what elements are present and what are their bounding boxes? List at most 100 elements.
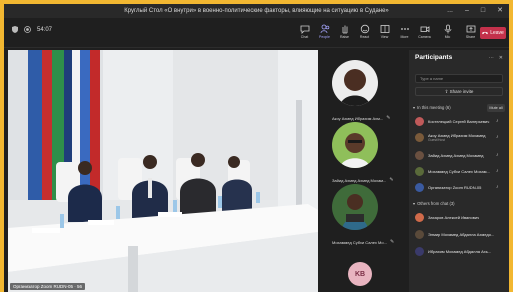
share-label: Share — [465, 35, 476, 39]
avatar — [415, 150, 424, 160]
participant-row[interactable]: Мохаммед Субхи Салех Мохам... ♪ — [415, 164, 505, 178]
leave-label: Leave — [490, 30, 504, 36]
participant-name: Акоу Ахмед Ибрахим Ахм... ✎ — [332, 115, 391, 121]
window-title: Круглый Стол «О внутри» в военно-политич… — [124, 8, 389, 14]
react-icon — [360, 24, 369, 34]
more-icon — [400, 28, 409, 30]
mic-icon: ♪ — [496, 152, 499, 158]
mic-icon — [444, 24, 451, 34]
more-options-icon[interactable]: ... — [447, 4, 453, 18]
close-icon[interactable]: ✕ — [499, 55, 503, 61]
chat-button[interactable]: Chat — [296, 22, 313, 44]
react-label: React — [359, 35, 370, 39]
participant-row[interactable]: Акоу Ахмед Ибрахим Мохамед Guest/Host ♪ — [415, 130, 505, 144]
participant-row-name: Захаров Алексей Иванович — [428, 214, 480, 220]
meeting-timer: 54:07 — [37, 26, 53, 33]
participant-row[interactable]: Организатор Zoom RUDN-05 ♪ — [415, 180, 505, 194]
view-icon — [380, 25, 389, 33]
main-video[interactable]: Организатор Zoom RUDN-05 · 56 — [8, 50, 318, 292]
participant-row[interactable]: Захаров Алексей Иванович — [415, 210, 505, 224]
participant-photo — [332, 60, 378, 106]
avatar — [415, 116, 424, 126]
participants-panel: Participants ··· ✕ Type a name ⇪ Share i… — [409, 50, 509, 292]
participant-name: Зайид Ахмед Ахмед Мохам... ✎ — [332, 177, 394, 183]
camera-label: Camera — [418, 35, 431, 39]
participant-row[interactable]: Ибрахим Мохамед Абдалла Ахь... — [415, 244, 505, 258]
raise-hand-button[interactable]: Raise — [336, 22, 353, 44]
share-invite-button[interactable]: ⇪ Share invite — [415, 87, 503, 96]
avatar[interactable]: KB — [348, 262, 372, 286]
participant-photo — [332, 122, 378, 168]
participant-search-input[interactable]: Type a name — [415, 74, 503, 83]
video-caption: Организатор Zoom RUDN-05 · 56 — [10, 283, 86, 290]
in-meeting-header[interactable]: ▾ In this meeting (6) — [413, 105, 451, 110]
more-button[interactable]: More — [396, 22, 413, 44]
avatar — [415, 132, 424, 142]
meeting-window: Круглый Стол «О внутри» в военно-политич… — [4, 4, 509, 292]
participant-name: Мохаммед Субхи Салех Мо... ✎ — [332, 239, 395, 245]
conference-room-image — [8, 50, 318, 292]
participant-photo — [332, 184, 378, 230]
meeting-toolbar: 54:07 Chat People Raise React View More … — [4, 18, 509, 48]
mic-off-icon: ✎ — [389, 239, 395, 245]
phone-icon — [482, 31, 489, 35]
mic-button[interactable]: Mic — [439, 22, 456, 44]
participant-row-name: Элмир Мохамед Абдалла Ахмедо... — [428, 231, 494, 237]
view-label: View — [380, 35, 389, 39]
mic-off-icon: ✎ — [386, 115, 391, 121]
panel-title: Participants — [415, 54, 453, 61]
raise-hand-icon — [342, 25, 347, 34]
mic-icon: ♪ — [496, 118, 499, 124]
others-header[interactable]: ▾ Others from chat (3) — [413, 201, 455, 206]
camera-icon — [420, 26, 429, 33]
minimize-icon[interactable]: – — [465, 4, 469, 18]
toolbar-left: 54:07 — [12, 26, 52, 33]
avatar — [415, 182, 424, 192]
view-button[interactable]: View — [376, 22, 393, 44]
mute-all-button[interactable]: Mute all — [487, 104, 505, 112]
leave-button[interactable]: Leave — [480, 27, 506, 39]
mic-icon: ♪ — [496, 184, 499, 190]
close-icon[interactable]: ✕ — [497, 4, 503, 18]
avatar — [415, 246, 424, 256]
mic-off-icon: ✎ — [389, 177, 394, 183]
chat-label: Chat — [300, 35, 309, 39]
mic-icon: ♪ — [496, 134, 499, 140]
more-icon[interactable]: ··· — [489, 55, 494, 61]
people-button[interactable]: People — [316, 22, 333, 44]
participant-role: Guest/Host — [428, 137, 445, 142]
react-button[interactable]: React — [356, 22, 373, 44]
participant-row-name: Акоу Ахмед Ибрахим Мохамед — [428, 132, 486, 138]
people-icon — [320, 24, 329, 34]
participant-row-name: Мохаммед Субхи Салех Мохам... — [428, 168, 490, 174]
more-label: More — [400, 35, 409, 39]
participant-row-name: Организатор Zoom RUDN-05 — [428, 184, 482, 190]
avatar — [415, 212, 424, 222]
participant-tile[interactable]: Мохаммед Субхи Салех Мо... ✎ — [332, 184, 398, 245]
raise-hand-label: Raise — [340, 35, 349, 39]
title-bar: Круглый Стол «О внутри» в военно-политич… — [4, 4, 509, 18]
participant-row[interactable]: Элмир Мохамед Абдалла Ахмедо... — [415, 227, 505, 241]
panel-actions: ··· ✕ — [489, 55, 503, 61]
participant-row-name: Ибрахим Мохамед Абдалла Ахь... — [428, 248, 492, 254]
maximize-icon[interactable]: □ — [481, 4, 485, 18]
mic-icon: ♪ — [496, 168, 499, 174]
mic-label: Mic — [444, 35, 451, 39]
avatar — [415, 229, 424, 239]
chevron-down-icon: ▾ — [413, 201, 416, 206]
participant-row-name: Зайид Ахмед Ахмед Мохамед — [428, 152, 484, 158]
camera-button[interactable]: Camera — [416, 22, 433, 44]
participant-row[interactable]: Зайид Ахмед Ахмед Мохамед ♪ — [415, 148, 505, 162]
chevron-down-icon: ▾ — [413, 105, 416, 110]
meeting-tools: Chat People Raise React View More — [296, 22, 413, 44]
media-controls: Camera Mic Share — [416, 22, 479, 44]
chat-icon — [300, 25, 309, 34]
shield-icon — [12, 26, 18, 33]
participant-gallery: Акоу Ахмед Ибрахим Ахм... ✎ Зайид Ахмед … — [322, 50, 406, 292]
participant-row-name: Костелецкий Сергей Валерьевич — [428, 118, 490, 124]
share-button[interactable]: Share — [462, 22, 479, 44]
participant-row[interactable]: Костелецкий Сергей Валерьевич ♪ — [415, 114, 505, 128]
avatar — [415, 166, 424, 176]
participant-tile[interactable]: Акоу Ахмед Ибрахим Ахм... ✎ — [332, 60, 398, 121]
participant-tile[interactable]: Зайид Ахмед Ахмед Мохам... ✎ — [332, 122, 398, 183]
